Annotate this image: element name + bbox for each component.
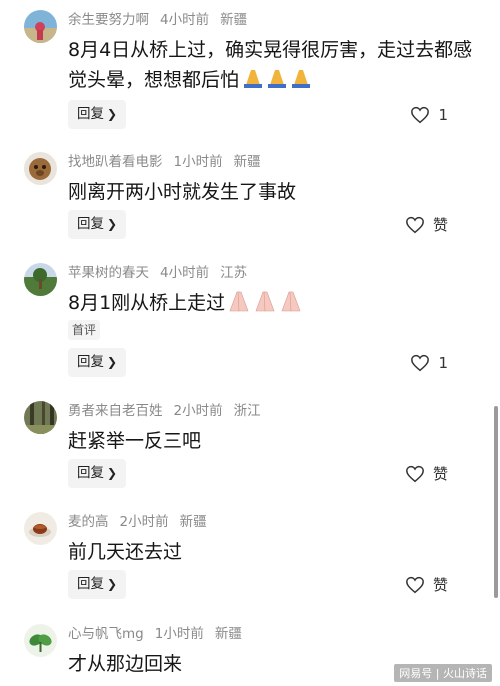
- heart-icon: [406, 216, 424, 234]
- comment-text: 赶紧举一反三吧: [68, 430, 202, 452]
- comment-text: 8月4日从桥上过，确实晃得很厉害，走过去都感觉头晕，想想都后怕: [68, 35, 488, 98]
- comment-text: 刚离开两小时就发生了事故: [68, 181, 297, 203]
- comment-meta: 余生要努力啊 4小时前 新疆: [68, 10, 258, 30]
- reply-button[interactable]: 回复 ❯: [68, 348, 126, 377]
- heart-icon: [411, 106, 430, 124]
- username[interactable]: 余生要努力啊: [68, 12, 149, 28]
- comment-meta: 心与帆飞mg 1小时前 新疆: [68, 624, 253, 644]
- username[interactable]: 勇者来自老百姓: [68, 403, 163, 419]
- reply-button[interactable]: 回复 ❯: [68, 570, 126, 599]
- reply-label: 回复: [76, 465, 104, 481]
- comment-time: 1小时前: [154, 626, 204, 642]
- comment-meta: 麦的高 2小时前 新疆: [68, 512, 218, 532]
- username[interactable]: 苹果树的春天: [68, 265, 149, 281]
- comment-text-content: 8月1刚从桥上走过: [68, 292, 226, 314]
- chevron-right-icon: ❯: [106, 577, 118, 591]
- comment-location: 江苏: [220, 265, 248, 281]
- comment-location: 新疆: [233, 154, 261, 170]
- username[interactable]: 心与帆飞mg: [68, 626, 144, 642]
- avatar[interactable]: [24, 263, 57, 296]
- like-count: 1: [438, 106, 448, 124]
- comment-location: 浙江: [233, 403, 261, 419]
- username[interactable]: 找地趴着看电影: [68, 154, 163, 170]
- chevron-right-icon: ❯: [106, 217, 118, 231]
- heart-icon: [406, 576, 424, 594]
- like-button[interactable]: 1: [410, 351, 448, 375]
- like-button[interactable]: 赞: [405, 573, 448, 597]
- reply-button[interactable]: 回复 ❯: [68, 459, 126, 488]
- comment-meta: 勇者来自老百姓 2小时前 浙江: [68, 401, 272, 421]
- chevron-right-icon: ❯: [106, 355, 118, 369]
- avatar[interactable]: [24, 512, 57, 545]
- praying-hands-emoji-icon: [227, 290, 303, 321]
- like-label: 赞: [432, 465, 448, 483]
- avatar[interactable]: [24, 401, 57, 434]
- first-comment-badge: 首评: [68, 320, 101, 340]
- like-label: 赞: [432, 216, 448, 234]
- comment-time: 4小时前: [160, 12, 210, 28]
- like-button[interactable]: 赞: [405, 213, 448, 237]
- watermark: 网易号 | 火山诗话: [394, 664, 492, 682]
- like-button[interactable]: 1: [410, 103, 448, 127]
- reply-label: 回复: [76, 354, 104, 370]
- comment-meta: 找地趴着看电影 1小时前 新疆: [68, 152, 272, 172]
- comment-time: 2小时前: [119, 514, 169, 530]
- comment-location: 新疆: [214, 626, 242, 642]
- avatar[interactable]: [24, 624, 57, 657]
- reply-button[interactable]: 回复 ❯: [68, 100, 126, 129]
- chevron-right-icon: ❯: [106, 107, 118, 121]
- like-count: 1: [438, 354, 448, 372]
- comment-text: 前几天还去过: [68, 541, 183, 563]
- comment-location: 新疆: [220, 12, 248, 28]
- scrollbar[interactable]: [494, 406, 498, 598]
- reply-label: 回复: [76, 216, 104, 232]
- avatar[interactable]: [24, 152, 57, 185]
- username[interactable]: 麦的高: [68, 514, 109, 530]
- comment-meta: 苹果树的春天 4小时前 江苏: [68, 263, 258, 283]
- reply-label: 回复: [76, 576, 104, 592]
- like-label: 赞: [432, 576, 448, 594]
- comment-location: 新疆: [179, 514, 207, 530]
- heart-icon: [406, 465, 424, 483]
- chevron-right-icon: ❯: [106, 466, 118, 480]
- comment-time: 1小时前: [173, 154, 223, 170]
- avatar[interactable]: [24, 10, 57, 43]
- like-button[interactable]: 赞: [405, 462, 448, 486]
- comment-text: 8月1刚从桥上走过: [68, 288, 488, 321]
- comment-time: 2小时前: [173, 403, 223, 419]
- praying-hands-emoji-icon: [241, 67, 313, 98]
- reply-label: 回复: [76, 106, 104, 122]
- comment-time: 4小时前: [160, 265, 210, 281]
- heart-icon: [411, 354, 430, 372]
- reply-button[interactable]: 回复 ❯: [68, 210, 126, 239]
